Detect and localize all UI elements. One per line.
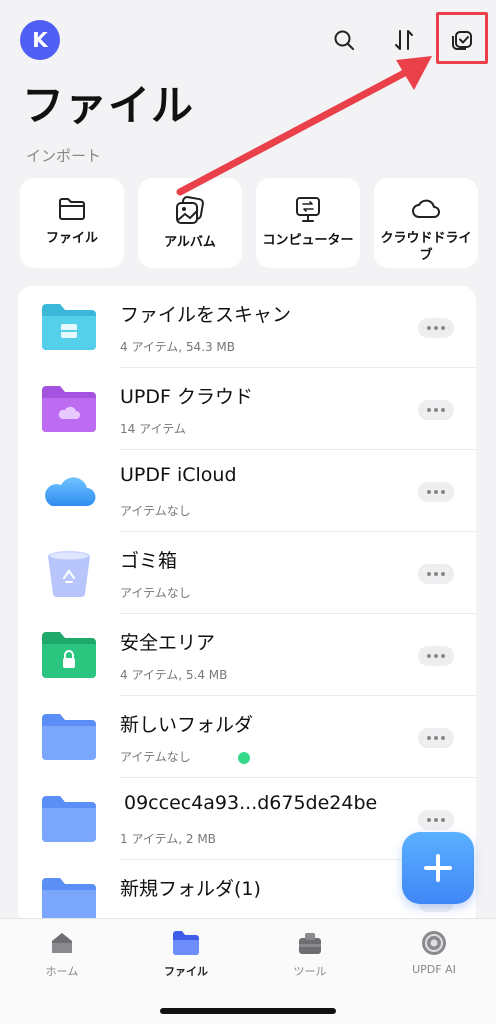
import-files-button[interactable]: ファイル [20, 178, 124, 268]
green-dot [238, 752, 250, 764]
file-meta: 4 アイテム, 54.3 MB [120, 340, 235, 354]
file-name: ゴミ箱 [120, 550, 178, 572]
file-list: ファイルをスキャン 4 アイテム, 54.3 MB UPDF クラウド 14 ア… [18, 286, 476, 926]
add-button[interactable] [402, 832, 474, 904]
folder-icon [59, 198, 85, 220]
avatar[interactable]: K [20, 20, 60, 60]
highlight-box [436, 12, 488, 64]
list-item[interactable]: UPDF iCloud アイテムなし [18, 450, 476, 532]
more-options-button[interactable] [418, 318, 454, 338]
list-item[interactable]: 安全エリア 4 アイテム, 5.4 MB [18, 614, 476, 696]
file-name: 安全エリア [120, 632, 216, 654]
more-options-button[interactable] [418, 400, 454, 420]
import-row: ファイル アルバム コンピューター クラウドドライブ [20, 178, 496, 268]
file-meta: 14 アイテム [120, 422, 186, 436]
scan-folder-icon [42, 304, 96, 350]
secure-folder-icon [42, 632, 96, 678]
nav-updf-ai[interactable]: UPDF AI [372, 929, 496, 989]
updf-cloud-folder-icon [42, 386, 96, 432]
page-title: ファイル [22, 81, 195, 130]
file-name: 09ccec4a93...d675de24be [124, 792, 378, 814]
nav-label: ファイル [164, 965, 208, 978]
file-name: UPDF iCloud [120, 464, 237, 486]
import-computer-label: コンピューター [262, 233, 354, 248]
import-album-label: アルバム [164, 235, 216, 250]
ai-icon [422, 931, 446, 955]
top-bar: K [0, 0, 496, 80]
cloud-icon [412, 199, 440, 218]
more-options-button[interactable] [418, 564, 454, 584]
sort-icon[interactable] [384, 20, 424, 60]
list-item[interactable]: ファイルをスキャン 4 アイテム, 54.3 MB [18, 286, 476, 368]
album-icon [176, 196, 204, 224]
list-item[interactable]: 新しいフォルダ アイテムなし [18, 696, 476, 778]
more-options-button[interactable] [418, 810, 454, 830]
file-meta: アイテムなし [120, 504, 191, 518]
import-cloud-drive-button[interactable]: クラウドドライブ [374, 178, 478, 268]
icloud-icon [45, 477, 96, 507]
file-name: UPDF クラウド [120, 386, 253, 408]
nav-files[interactable]: ファイル [124, 929, 248, 989]
list-item[interactable]: ゴミ箱 アイテムなし [18, 532, 476, 614]
more-options-button[interactable] [418, 728, 454, 748]
nav-label: ツール [293, 965, 327, 978]
folder-icon [42, 714, 96, 760]
file-meta: アイテムなし [120, 750, 191, 764]
import-section-label: インポート [26, 147, 102, 165]
folder-icon [42, 796, 96, 842]
file-meta: 1 アイテム, 2 MB [120, 832, 216, 846]
import-album-button[interactable]: アルバム [138, 178, 242, 268]
file-meta: 4 アイテム, 5.4 MB [120, 668, 228, 682]
more-options-button[interactable] [418, 646, 454, 666]
file-name: 新規フォルダ(1) [120, 878, 261, 900]
trash-icon [48, 551, 90, 597]
search-icon[interactable] [324, 20, 364, 60]
nav-tools[interactable]: ツール [248, 929, 372, 989]
import-files-label: ファイル [45, 231, 98, 246]
import-computer-button[interactable]: コンピューター [256, 178, 360, 268]
home-icon [52, 933, 72, 953]
file-name: ファイルをスキャン [120, 304, 292, 326]
nav-home[interactable]: ホーム [0, 929, 124, 989]
nav-label: UPDF AI [412, 963, 456, 976]
home-indicator [160, 1008, 336, 1014]
computer-transfer-icon [296, 197, 320, 222]
file-name: 新しいフォルダ [120, 714, 254, 736]
files-icon [173, 931, 199, 955]
more-options-button[interactable] [418, 482, 454, 502]
import-cloud-drive-label: クラウドドライブ [380, 231, 472, 263]
nav-label: ホーム [45, 965, 79, 978]
list-item[interactable]: UPDF クラウド 14 アイテム [18, 368, 476, 450]
tools-icon [299, 933, 321, 954]
file-meta: アイテムなし [120, 586, 191, 600]
plus-icon [424, 854, 452, 882]
